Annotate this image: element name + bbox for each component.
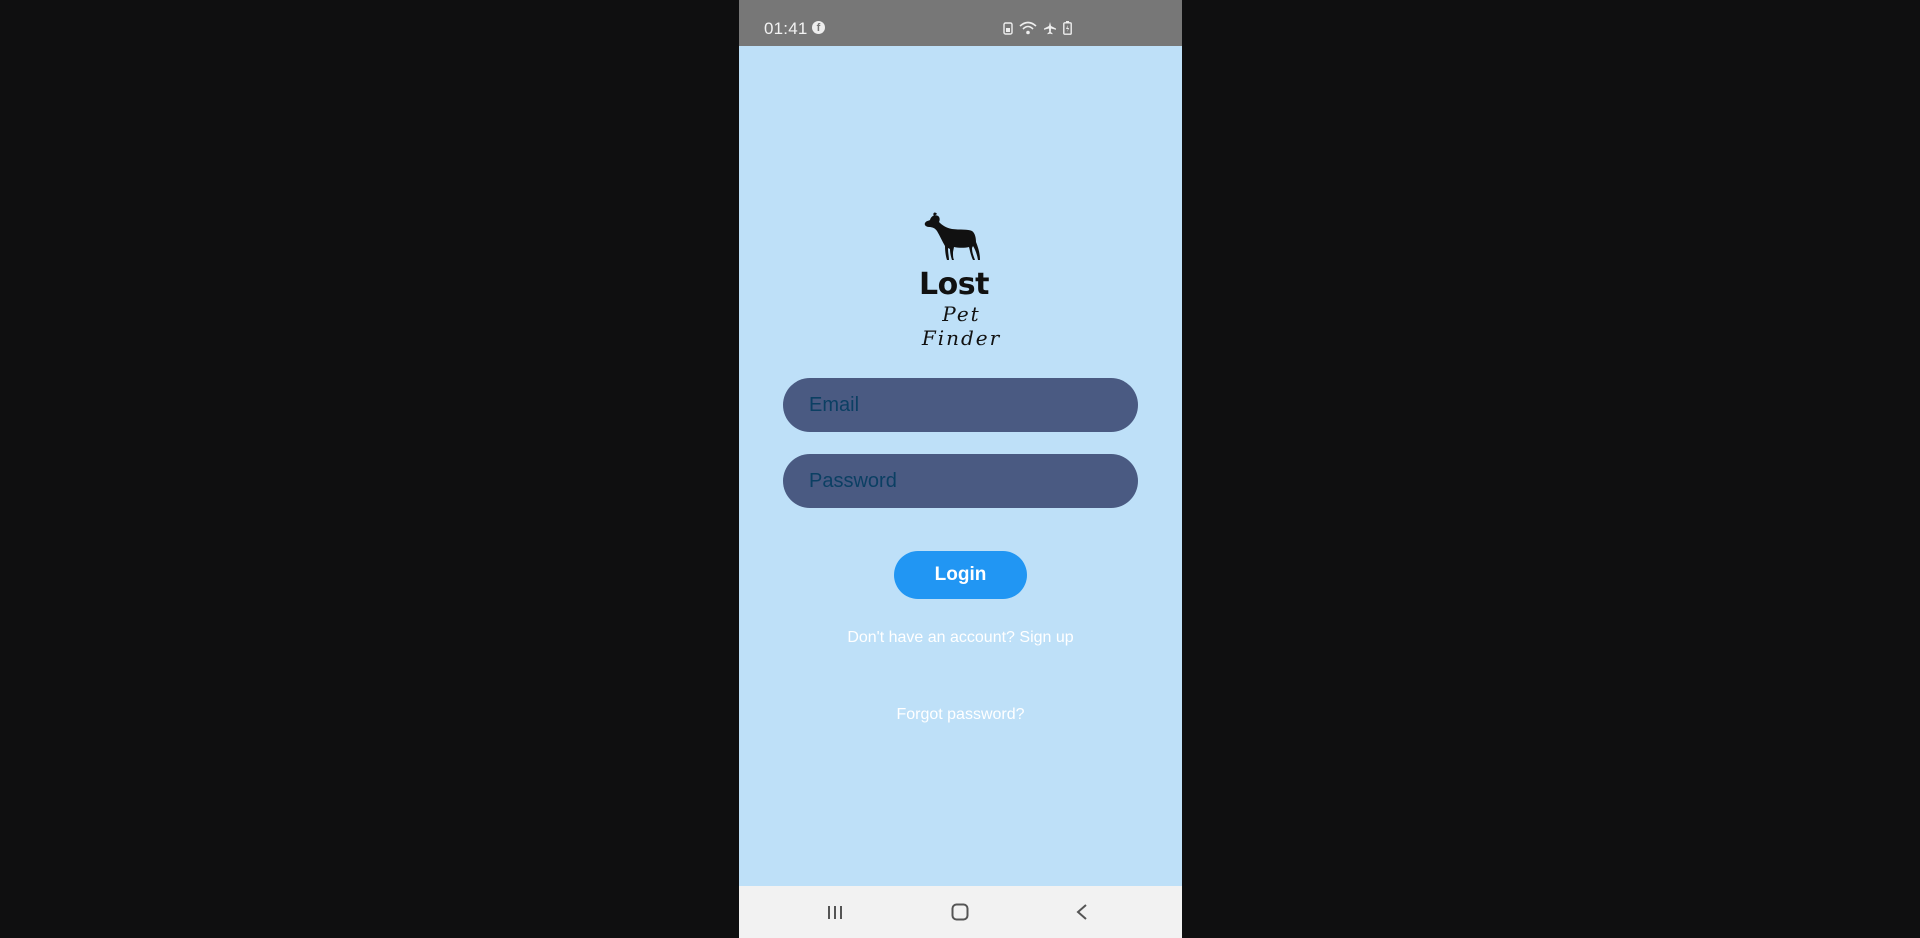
email-field[interactable] — [783, 378, 1138, 432]
phone-screen: 01:41 f Lost Pet Finder Email Login Don'… — [739, 0, 1182, 938]
status-bar: 01:41 f — [739, 0, 1182, 46]
password-field[interactable] — [783, 454, 1138, 508]
signup-link[interactable]: Don't have an account? Sign up — [739, 629, 1182, 647]
logo-subtitle: Pet Finder — [921, 302, 1002, 350]
logo-title: Lost — [919, 267, 989, 302]
facebook-icon: f — [812, 21, 825, 34]
status-icons — [1003, 20, 1072, 40]
airplane-mode-icon — [1043, 20, 1057, 40]
sim-icon — [1003, 20, 1013, 40]
system-nav-bar — [739, 886, 1182, 938]
battery-icon — [1063, 20, 1072, 40]
wifi-icon — [1019, 20, 1037, 40]
recent-apps-icon[interactable] — [815, 898, 855, 926]
login-button[interactable]: Login — [894, 551, 1027, 599]
back-icon[interactable] — [1062, 898, 1102, 926]
app-logo: Lost Pet Finder — [899, 212, 1029, 350]
dog-silhouette-icon — [922, 212, 984, 269]
home-icon[interactable] — [940, 898, 980, 926]
status-time: 01:41 — [764, 19, 808, 38]
forgot-password-link[interactable]: Forgot password? — [739, 706, 1182, 724]
